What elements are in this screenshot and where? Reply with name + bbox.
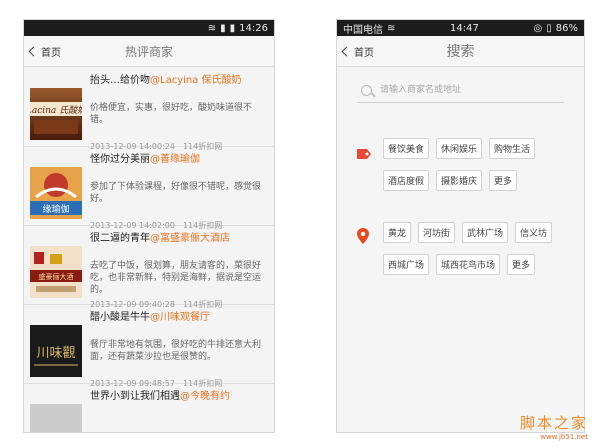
restaurant-logo-image: 川味觀 [34,346,78,366]
area-tag[interactable]: 城西花鸟市场 [436,254,501,275]
signal-icon: ▮ [220,22,226,34]
review-item[interactable]: 缘瑜伽 怪你过分美丽@善缘瑜伽 参加了下体验课程，好像很不错呢，感觉很好。 20… [24,147,274,230]
site-watermark: 脚本之家 www.jb51.net [520,412,588,441]
category-tag[interactable]: 餐饮美食 [383,138,430,159]
back-label: 首页 [41,47,61,59]
category-tag[interactable]: 休闲娱乐 [436,138,483,159]
area-tags: 黄龙 河坊街 武林广场 信义坊 西城广场 城西花鸟市场 更多 [383,222,563,286]
merchant-mention[interactable]: @善缘瑜伽 [150,154,200,165]
review-title: 醋小酸是牛牛@川味观餐厅 [90,312,210,323]
watermark-url: www.jb51.net [540,433,588,441]
review-item[interactable]: 川味觀 醋小酸是牛牛@川味观餐厅 餐厅非常地有氛围，很好吃的牛排还意大利面，还有… [24,305,274,388]
area-tag[interactable]: 河坊街 [418,222,456,243]
wifi-icon: ≋ [387,22,396,34]
search-bar[interactable] [357,78,564,103]
yogurt-logo-image: Lacina 氏酸奶 [30,102,82,134]
review-source: 114折扣网 [182,300,223,309]
nav-bar: 首页 热评商家 [24,36,274,67]
category-tag[interactable]: 酒店度假 [383,170,430,191]
alarm-icon: ◎ [533,22,543,34]
svg-text:盛豪俪大酒: 盛豪俪大酒 [39,272,74,281]
review-title: 世界小到让我们相遇@今晚有约 [90,391,230,402]
review-meta: 2013-12-09 14:00:24 114折扣网 [90,141,268,152]
wifi-icon: ≋ [207,22,217,34]
review-text: 价格便宜，实惠，很好吃，酸奶味道很不错。 [90,103,253,125]
merchant-thumbnail: 盛豪俪大酒 [30,246,82,298]
review-source: 114折扣网 [182,379,223,388]
yoga-logo-image: 缘瑜伽 [30,173,82,215]
search-icon [361,84,372,96]
chevron-left-icon [28,46,39,56]
battery-icon: ▮ [229,22,236,34]
back-button[interactable]: 首页 [24,44,61,59]
merchant-mention[interactable]: @今晚有约 [180,391,230,402]
review-text: 餐厅非常地有氛围，很好吃的牛排还意大利面，还有蔬菜沙拉也是很赞的。 [90,340,262,362]
merchant-mention[interactable]: @富盛豪俪大酒店 [150,233,230,244]
area-more-button[interactable]: 更多 [507,254,536,275]
merchant-thumbnail: Lacina 氏酸奶 [30,88,82,140]
merchant-mention[interactable]: @川味观餐厅 [150,312,210,323]
review-meta: 2013-12-09 14:02:00 114折扣网 [90,220,268,231]
review-list[interactable]: Lacina 氏酸奶 抬头…给价吻@Lacyina 保氏酸奶 价格便宜，实惠，很… [24,68,274,432]
review-text: 参加了下体验课程，好像很不错呢，感觉很好。 [90,182,262,204]
review-time: 2013-12-09 09:40:28 [90,300,175,309]
page-title: 搜索 [446,44,475,60]
area-tag[interactable]: 西城广场 [383,254,430,275]
merchant-thumbnail: 缘瑜伽 [30,167,82,219]
carrier-label: 中国电信 [343,24,383,36]
category-tag[interactable]: 摄影婚庆 [436,170,483,191]
merchant-mention[interactable]: @Lacyina 保氏酸奶 [150,75,242,86]
category-tag[interactable]: 购物生活 [489,138,536,159]
merchant-thumbnail [30,404,82,432]
status-bar: ≋ ▮ ▮ 14:26 [24,20,274,36]
back-label: 首页 [354,47,374,59]
location-pin-icon [357,228,373,286]
area-section: 黄龙 河坊街 武林广场 信义坊 西城广场 城西花鸟市场 更多 [357,222,574,286]
area-tag[interactable]: 信义坊 [515,222,553,243]
review-time: 2013-12-09 14:02:00 [90,221,175,230]
status-bar: 中国电信 ≋ 14:47 ◎ ▯ 86% [337,20,584,36]
battery-icon: ▯ [546,22,552,34]
review-source: 114折扣网 [182,221,223,230]
category-more-button[interactable]: 更多 [489,170,518,191]
status-time: 14:47 [450,22,479,34]
review-time: 2013-12-09 09:48:57 [90,379,175,388]
svg-text:缘瑜伽: 缘瑜伽 [42,203,69,215]
svg-text:川味觀: 川味觀 [36,346,75,361]
review-source: 114折扣网 [182,142,223,151]
review-item[interactable]: 盛豪俪大酒 很二逼的青年@富盛豪俪大酒店 去吃了中饭，很划算，朋友请客的，菜很好… [24,226,274,309]
review-meta: 2013-12-09 09:48:57 114折扣网 [90,378,268,389]
review-time: 2013-12-09 14:00:24 [90,142,175,151]
review-text: 去吃了中饭，很划算，朋友请客的，菜很好吃，也非常新鲜，特别是海鲜，据说是空运的。 [90,261,262,295]
review-title: 很二逼的青年@富盛豪俪大酒店 [90,233,230,244]
review-title: 抬头…给价吻@Lacyina 保氏酸奶 [90,75,242,86]
status-time: 14:26 [239,22,268,34]
area-tag[interactable]: 武林广场 [462,222,509,243]
svg-text:Lacina 氏酸奶: Lacina 氏酸奶 [30,105,82,116]
review-item[interactable]: Lacina 氏酸奶 抬头…给价吻@Lacyina 保氏酸奶 价格便宜，实惠，很… [24,68,274,151]
merchant-thumbnail: 川味觀 [30,325,82,377]
nav-bar: 首页 搜索 [337,36,584,67]
watermark-title: 脚本之家 [519,414,588,432]
hotel-logo-image: 盛豪俪大酒 [30,252,82,292]
review-meta: 2013-12-09 09:40:28 114折扣网 [90,299,268,310]
review-title: 怪你过分美丽@善缘瑜伽 [90,154,200,165]
category-tags: 餐饮美食 休闲娱乐 购物生活 酒店度假 摄影婚庆 更多 [383,138,563,202]
back-button[interactable]: 首页 [337,44,374,59]
phone-screen-search: 中国电信 ≋ 14:47 ◎ ▯ 86% 首页 搜索 餐饮美食 休闲娱乐 购物生… [337,20,584,432]
phone-screen-reviews: ≋ ▮ ▮ 14:26 首页 热评商家 Lacina 氏酸奶 抬头…给价吻@La… [24,20,274,432]
tag-icon [357,144,373,202]
page-title: 热评商家 [124,44,173,59]
area-tag[interactable]: 黄龙 [383,222,412,243]
search-input[interactable] [378,84,564,96]
category-section: 餐饮美食 休闲娱乐 购物生活 酒店度假 摄影婚庆 更多 [357,138,574,202]
battery-level: 86% [555,22,579,34]
review-item[interactable]: 世界小到让我们相遇@今晚有约 [24,384,274,432]
chevron-left-icon [341,46,352,56]
